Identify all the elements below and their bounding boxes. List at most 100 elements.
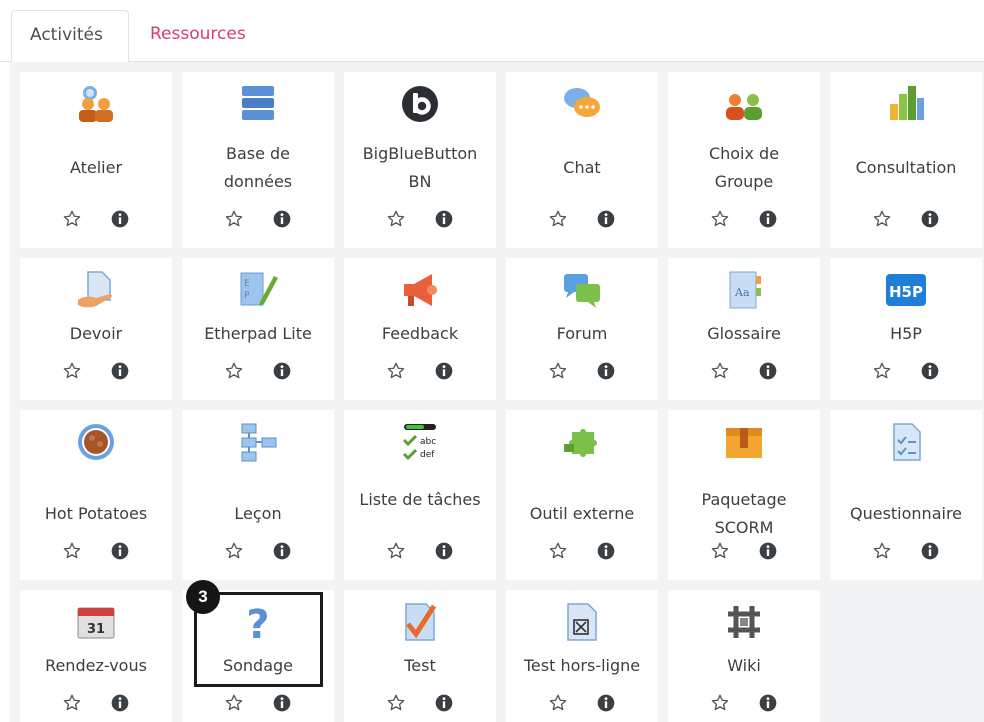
glossary-icon: Aa — [722, 268, 766, 312]
star-icon[interactable] — [709, 208, 731, 230]
info-icon[interactable] — [271, 208, 293, 230]
info-icon[interactable] — [595, 360, 617, 382]
tile-actions — [830, 360, 982, 382]
step-badge: 3 — [186, 580, 220, 614]
star-icon[interactable] — [223, 692, 245, 714]
activity-tile-test[interactable]: Test — [344, 590, 496, 722]
star-icon[interactable] — [223, 360, 245, 382]
activity-tile-hot-potatoes[interactable]: Hot Potatoes — [20, 410, 172, 580]
star-icon[interactable] — [61, 540, 83, 562]
star-icon[interactable] — [61, 360, 83, 382]
checklist-icon: abc def — [398, 420, 442, 464]
external-tool-icon — [560, 420, 604, 464]
activity-label: Base de données — [223, 144, 293, 191]
info-icon[interactable] — [109, 360, 131, 382]
activity-label: Forum — [556, 324, 608, 343]
info-icon[interactable] — [595, 540, 617, 562]
info-icon[interactable] — [595, 692, 617, 714]
activity-tile-feedback[interactable]: Feedback — [344, 258, 496, 400]
activity-label: BigBlueButton BN — [362, 144, 478, 191]
star-icon[interactable] — [871, 360, 893, 382]
activity-tile-glossaire[interactable]: Aa Glossaire — [668, 258, 820, 400]
star-icon[interactable] — [547, 692, 569, 714]
activity-label: Chat — [563, 158, 601, 177]
offline-quiz-icon — [560, 600, 604, 644]
info-icon[interactable] — [433, 208, 455, 230]
activity-label: Liste de tâches — [359, 490, 481, 509]
info-icon[interactable] — [271, 360, 293, 382]
tile-actions — [830, 208, 982, 230]
info-icon[interactable] — [757, 540, 779, 562]
activity-tile-atelier[interactable]: Atelier — [20, 72, 172, 248]
info-icon[interactable] — [757, 208, 779, 230]
tile-actions — [668, 208, 820, 230]
info-icon[interactable] — [433, 692, 455, 714]
info-icon[interactable] — [433, 540, 455, 562]
info-icon[interactable] — [919, 208, 941, 230]
info-icon[interactable] — [757, 360, 779, 382]
activity-tile-bigbluebutton-bn[interactable]: BigBlueButton BN — [344, 72, 496, 248]
activity-tile-etherpad-lite[interactable]: E P Etherpad Lite — [182, 258, 334, 400]
star-icon[interactable] — [871, 540, 893, 562]
info-icon[interactable] — [433, 360, 455, 382]
star-icon[interactable] — [709, 360, 731, 382]
activity-label: Feedback — [381, 324, 459, 343]
activity-label: Atelier — [69, 158, 123, 177]
info-icon[interactable] — [109, 208, 131, 230]
activity-tile-h5p[interactable]: H5P H5P — [830, 258, 982, 400]
star-icon[interactable] — [61, 692, 83, 714]
star-icon[interactable] — [385, 208, 407, 230]
star-icon[interactable] — [547, 540, 569, 562]
wiki-icon — [722, 600, 766, 644]
info-icon[interactable] — [271, 692, 293, 714]
info-icon[interactable] — [757, 692, 779, 714]
svg-text:31: 31 — [87, 622, 105, 637]
star-icon[interactable] — [385, 692, 407, 714]
chat-icon — [560, 82, 604, 126]
info-icon[interactable] — [271, 540, 293, 562]
info-icon[interactable] — [919, 540, 941, 562]
activity-tile-outil-externe[interactable]: Outil externe — [506, 410, 658, 580]
activity-tile-questionnaire[interactable]: Questionnaire — [830, 410, 982, 580]
lesson-icon — [236, 420, 280, 464]
activity-tile-paquetage-scorm[interactable]: Paquetage SCORM — [668, 410, 820, 580]
tile-actions — [182, 692, 334, 714]
star-icon[interactable] — [61, 208, 83, 230]
star-icon[interactable] — [223, 208, 245, 230]
activity-tile-devoir[interactable]: Devoir — [20, 258, 172, 400]
tab-activites[interactable]: Activités — [11, 10, 129, 63]
svg-text:Aa: Aa — [734, 286, 750, 299]
star-icon[interactable] — [709, 692, 731, 714]
activity-tile-chat[interactable]: Chat — [506, 72, 658, 248]
activity-tile-forum[interactable]: Forum — [506, 258, 658, 400]
activity-label: Devoir — [69, 324, 123, 343]
activity-tile-consultation[interactable]: Consultation — [830, 72, 982, 248]
star-icon[interactable] — [385, 540, 407, 562]
info-icon[interactable] — [595, 208, 617, 230]
h5p-icon: H5P — [884, 268, 928, 312]
tab-ressources[interactable]: Ressources — [132, 10, 264, 63]
tile-actions — [344, 208, 496, 230]
activity-label: Outil externe — [529, 504, 635, 523]
star-icon[interactable] — [385, 360, 407, 382]
info-icon[interactable] — [109, 540, 131, 562]
activity-tile-le-on[interactable]: Leçon — [182, 410, 334, 580]
activity-tile-liste-de-t-ches[interactable]: abc def Liste de tâches — [344, 410, 496, 580]
info-icon[interactable] — [109, 692, 131, 714]
star-icon[interactable] — [547, 208, 569, 230]
star-icon[interactable] — [709, 540, 731, 562]
star-icon[interactable] — [871, 208, 893, 230]
tile-actions — [182, 208, 334, 230]
activity-tile-choix-de-groupe[interactable]: Choix de Groupe — [668, 72, 820, 248]
star-icon[interactable] — [223, 540, 245, 562]
activity-tile-base-de-donn-es[interactable]: Base de données — [182, 72, 334, 248]
info-icon[interactable] — [919, 360, 941, 382]
bigbluebutton-icon — [398, 82, 442, 126]
activity-label: Hot Potatoes — [44, 504, 148, 523]
tile-actions — [20, 540, 172, 562]
star-icon[interactable] — [547, 360, 569, 382]
activity-tile-test-hors-ligne[interactable]: Test hors-ligne — [506, 590, 658, 722]
database-icon — [236, 82, 280, 126]
activity-tile-rendez-vous[interactable]: 31 Rendez-vous — [20, 590, 172, 722]
activity-tile-wiki[interactable]: Wiki — [668, 590, 820, 722]
